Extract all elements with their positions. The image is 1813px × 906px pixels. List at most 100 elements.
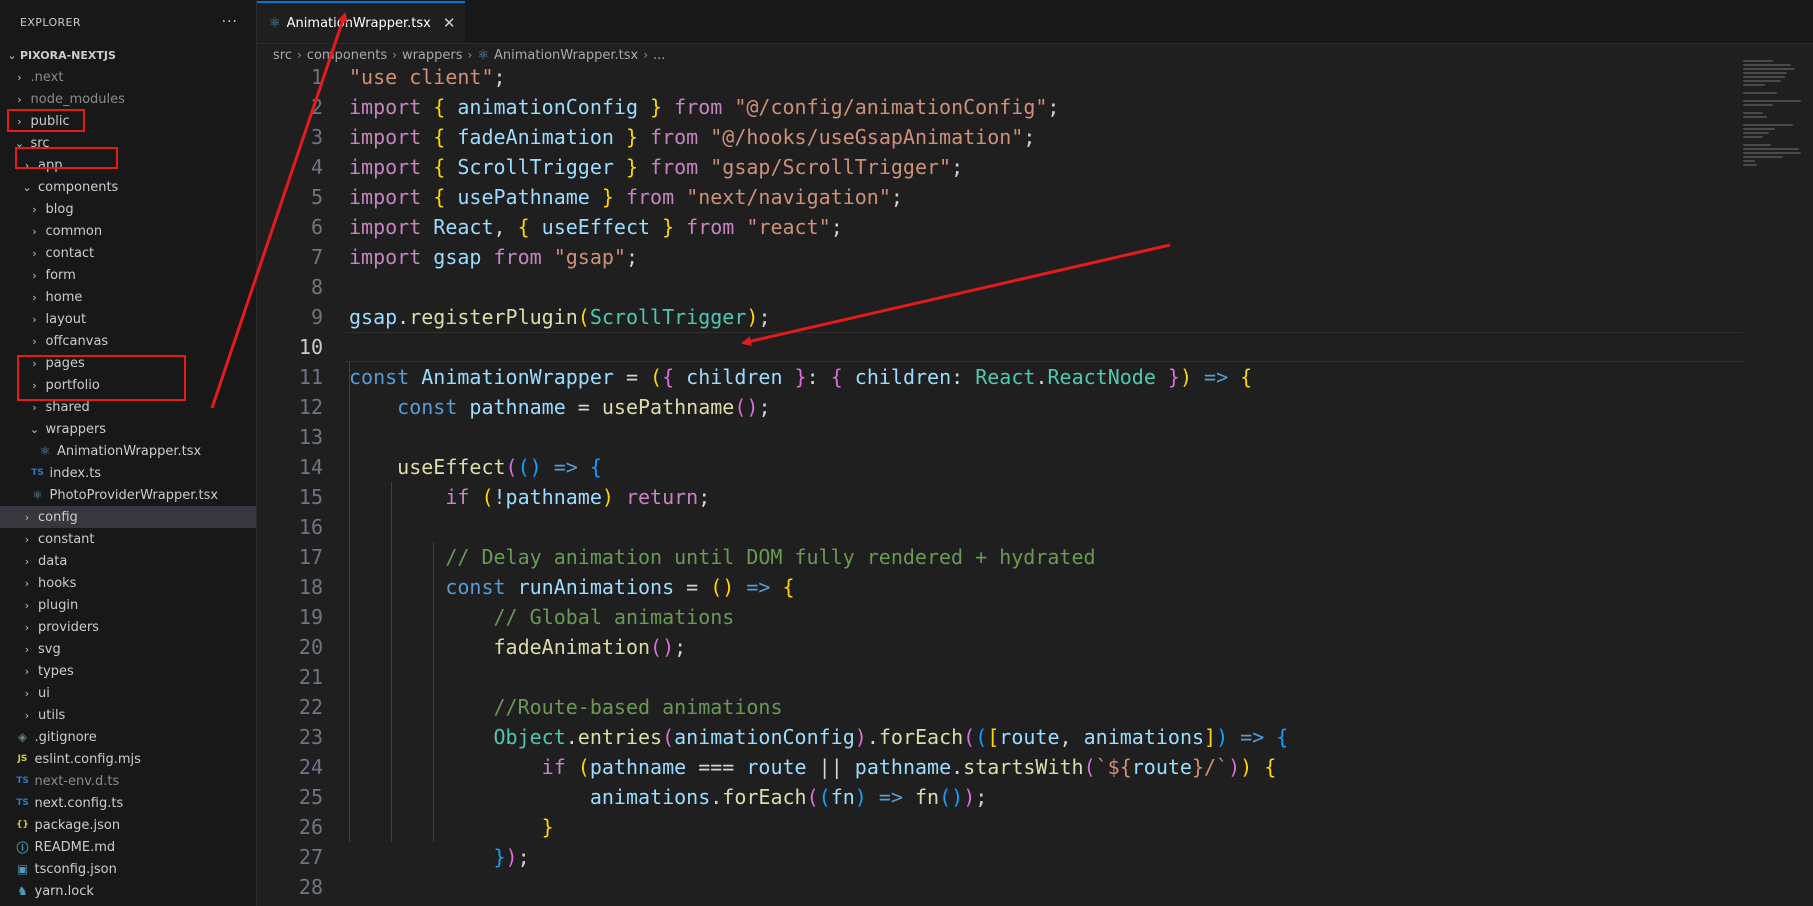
explorer-root-folder[interactable]: ⌄ PIXORA-NEXTJS	[0, 44, 256, 66]
tree-item-label: public	[30, 113, 70, 129]
line-number: 22	[298, 695, 323, 719]
code-line[interactable]: 24 if (pathname === route || pathname.st…	[257, 752, 1743, 782]
code-line[interactable]: 3 import { fadeAnimation } from "@/hooks/…	[257, 122, 1743, 152]
folder-config[interactable]: › config	[0, 506, 256, 528]
code-text: // Global animations	[493, 605, 735, 629]
folder-constant[interactable]: › constant	[0, 528, 256, 550]
breadcrumb-item[interactable]: AnimationWrapper.tsx	[494, 48, 638, 63]
minimap[interactable]	[1743, 60, 1805, 170]
file-next-env-d-ts[interactable]: TS next-env.d.ts	[0, 770, 256, 792]
code-text: const pathname = usePathname();	[397, 395, 771, 419]
folder-contact[interactable]: › contact	[0, 242, 256, 264]
folder-plugin[interactable]: › plugin	[0, 594, 256, 616]
folder-ui[interactable]: › ui	[0, 682, 256, 704]
breadcrumb-item[interactable]: components	[307, 48, 387, 63]
code-line[interactable]: 8	[257, 272, 1743, 302]
code-line[interactable]: 20 fadeAnimation();	[257, 632, 1743, 662]
file-index-ts[interactable]: TS index.ts	[0, 462, 256, 484]
minimap-line	[1743, 156, 1783, 158]
folder-providers[interactable]: › providers	[0, 616, 256, 638]
folder-svg[interactable]: › svg	[0, 638, 256, 660]
code-line[interactable]: 28	[257, 872, 1743, 902]
current-line-highlight	[345, 332, 1743, 362]
folder-pages[interactable]: › pages	[0, 352, 256, 374]
breadcrumb-item[interactable]: ...	[653, 48, 665, 63]
file-animationwrapper-tsx[interactable]: ⚛ AnimationWrapper.tsx	[0, 440, 256, 462]
chevron-right-icon: ›	[32, 312, 37, 326]
code-text: Object.entries(animationConfig).forEach(…	[493, 725, 1289, 749]
folder-hooks[interactable]: › hooks	[0, 572, 256, 594]
code-line[interactable]: 4 import { ScrollTrigger } from "gsap/Scr…	[257, 152, 1743, 182]
code-line[interactable]: 25 animations.forEach((fn) => fn());	[257, 782, 1743, 812]
code-line[interactable]: 23 Object.entries(animationConfig).forEa…	[257, 722, 1743, 752]
code-text: //Route-based animations	[493, 695, 783, 719]
file-eslint-config-mjs[interactable]: JS eslint.config.mjs	[0, 748, 256, 770]
folder-src[interactable]: ⌄ src	[0, 132, 256, 154]
code-line[interactable]: 18 const runAnimations = () => {	[257, 572, 1743, 602]
folder-blog[interactable]: › blog	[0, 198, 256, 220]
folder-wrappers[interactable]: ⌄ wrappers	[0, 418, 256, 440]
file-photoproviderwrapper-tsx[interactable]: ⚛ PhotoProviderWrapper.tsx	[0, 484, 256, 506]
code-line[interactable]: 26 }	[257, 812, 1743, 842]
folder-public[interactable]: › public	[0, 110, 256, 132]
folder-form[interactable]: › form	[0, 264, 256, 286]
folder-node-modules[interactable]: › node_modules	[0, 88, 256, 110]
root-folder-label: PIXORA-NEXTJS	[20, 48, 116, 62]
code-line[interactable]: 9 gsap.registerPlugin(ScrollTrigger);	[257, 302, 1743, 332]
yarn-file-icon: ♞	[17, 884, 28, 898]
folder-next[interactable]: › .next	[0, 66, 256, 88]
minimap-line	[1743, 72, 1787, 74]
code-line[interactable]: 7 import gsap from "gsap";	[257, 242, 1743, 272]
code-line[interactable]: 1 "use client";	[257, 62, 1743, 92]
line-number: 4	[310, 155, 323, 179]
minimap-line	[1743, 152, 1801, 154]
code-line[interactable]: 11 const AnimationWrapper = ({ children }…	[257, 362, 1743, 392]
file-tsconfig-json[interactable]: ▣ tsconfig.json	[0, 858, 256, 880]
code-line[interactable]: 14 useEffect(() => {	[257, 452, 1743, 482]
breadcrumb-item[interactable]: src	[273, 48, 292, 63]
code-line[interactable]: 22 //Route-based animations	[257, 692, 1743, 722]
file-readme-md[interactable]: ⓘ README.md	[0, 836, 256, 858]
file-next-config-ts[interactable]: TS next.config.ts	[0, 792, 256, 814]
tab-label: AnimationWrapper.tsx	[286, 15, 431, 31]
folder-data[interactable]: › data	[0, 550, 256, 572]
breadcrumb-item[interactable]: wrappers	[402, 48, 463, 63]
code-line[interactable]: 17 // Delay animation until DOM fully re…	[257, 542, 1743, 572]
typescript-file-icon: TS	[16, 798, 29, 808]
folder-app[interactable]: › app	[0, 154, 256, 176]
code-line[interactable]: 19 // Global animations	[257, 602, 1743, 632]
code-text: if (!pathname) return;	[445, 485, 711, 509]
file-gitignore[interactable]: ◈ .gitignore	[0, 726, 256, 748]
tab-animation-wrapper[interactable]: ⚛ AnimationWrapper.tsx ✕	[257, 1, 466, 43]
folder-home[interactable]: › home	[0, 286, 256, 308]
chevron-right-icon: ›	[32, 356, 37, 370]
close-icon[interactable]: ✕	[443, 14, 456, 32]
folder-shared[interactable]: › shared	[0, 396, 256, 418]
folder-portfolio[interactable]: › portfolio	[0, 374, 256, 396]
code-line[interactable]: 10	[257, 332, 1743, 362]
code-line[interactable]: 2 import { animationConfig } from "@/conf…	[257, 92, 1743, 122]
folder-utils[interactable]: › utils	[0, 704, 256, 726]
code-line[interactable]: 13	[257, 422, 1743, 452]
minimap-line	[1743, 76, 1785, 78]
tree-item-label: constant	[38, 531, 95, 547]
code-text: import gsap from "gsap";	[349, 245, 639, 269]
folder-types[interactable]: › types	[0, 660, 256, 682]
file-yarn-lock[interactable]: ♞ yarn.lock	[0, 880, 256, 902]
more-actions-icon[interactable]: ···	[222, 14, 238, 30]
code-editor[interactable]: 1 "use client"; 2 import { animationConfig …	[257, 62, 1743, 902]
code-line[interactable]: 5 import { usePathname } from "next/navig…	[257, 182, 1743, 212]
code-line[interactable]: 12 const pathname = usePathname();	[257, 392, 1743, 422]
file-package-json[interactable]: {} package.json	[0, 814, 256, 836]
code-line[interactable]: 15 if (!pathname) return;	[257, 482, 1743, 512]
code-text: import React, { useEffect } from "react"…	[349, 215, 843, 239]
folder-layout[interactable]: › layout	[0, 308, 256, 330]
code-line[interactable]: 16	[257, 512, 1743, 542]
folder-offcanvas[interactable]: › offcanvas	[0, 330, 256, 352]
folder-common[interactable]: › common	[0, 220, 256, 242]
code-line[interactable]: 27 });	[257, 842, 1743, 872]
code-line[interactable]: 21	[257, 662, 1743, 692]
code-line[interactable]: 6 import React, { useEffect } from "react…	[257, 212, 1743, 242]
folder-components[interactable]: ⌄ components	[0, 176, 256, 198]
chevron-right-icon: ›	[467, 48, 473, 62]
